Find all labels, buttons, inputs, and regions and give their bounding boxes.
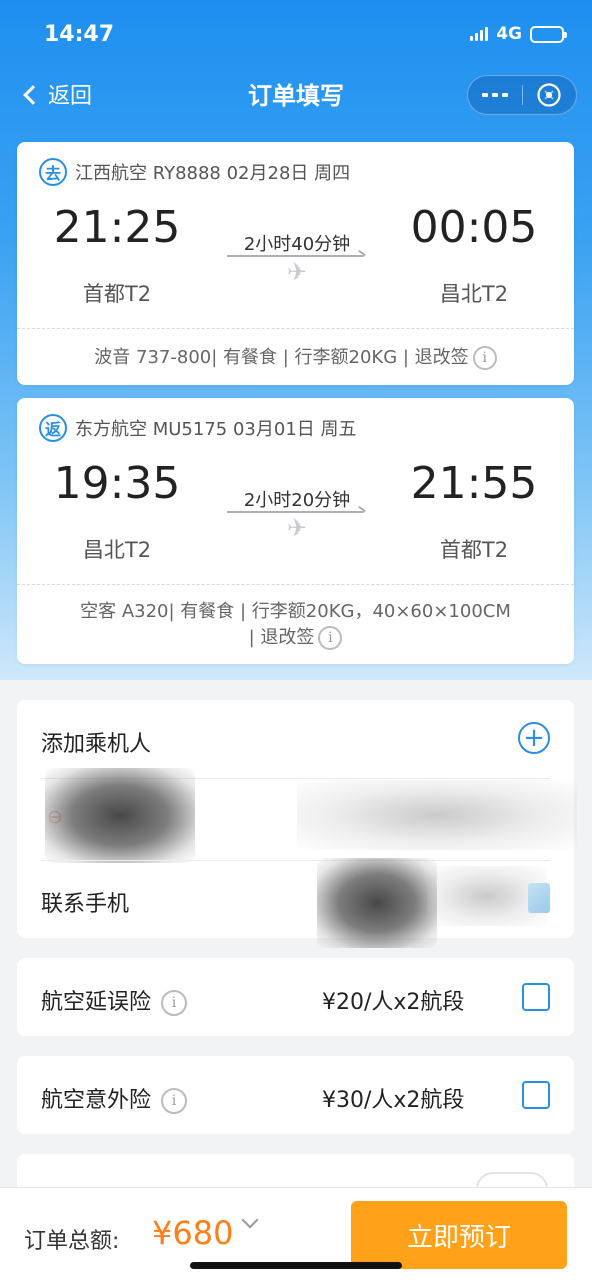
passenger-section: 添加乘机人 + ⊖ 联系手机 xyxy=(17,700,577,948)
info-icon[interactable]: i xyxy=(472,346,497,370)
outbound-flight-card[interactable]: 去 江西航空 RY8888 02月28日 周四 21:25 00:05 2小时4… xyxy=(17,142,574,385)
return-arrive-airport: 首都T2 xyxy=(439,538,509,562)
outbound-arrive-airport: 昌北T2 xyxy=(439,282,509,306)
home-indicator xyxy=(190,1262,402,1269)
chevron-left-icon xyxy=(23,85,43,105)
insurance-accident-label: 航空意外险 i xyxy=(41,1082,188,1114)
signal-icon xyxy=(470,27,489,41)
return-flight-info: 空客 A320| 有餐食 | 行李额20KG，40×60×100CM | 退改签… xyxy=(17,600,574,650)
airplane-icon: ✈ xyxy=(287,258,308,286)
insurance-delay-price: ¥20/人x2航段 xyxy=(322,990,465,1015)
return-depart-airport: 昌北T2 xyxy=(82,538,152,562)
insurance-accident-checkbox[interactable] xyxy=(522,1081,550,1109)
outbound-depart-airport: 首都T2 xyxy=(82,282,152,306)
total-label: 订单总额: xyxy=(24,1229,120,1254)
contacts-book-icon[interactable] xyxy=(528,883,550,913)
outbound-depart-time: 21:25 xyxy=(53,202,181,253)
divider xyxy=(17,584,574,585)
airplane-icon: ✈ xyxy=(287,514,308,542)
nav-bar: 返回 订单填写 xyxy=(0,70,592,122)
more-button[interactable] xyxy=(468,76,522,114)
insurance-accident-price: ¥30/人x2航段 xyxy=(322,1088,465,1113)
outbound-flight-title: 江西航空 RY8888 02月28日 周四 xyxy=(75,163,351,184)
insurance-accident-name: 航空意外险 xyxy=(41,1088,152,1113)
more-dots-icon xyxy=(481,93,488,97)
redacted-phone xyxy=(317,858,437,948)
close-circle-icon xyxy=(537,83,561,107)
chevron-down-icon[interactable] xyxy=(241,1211,259,1229)
divider xyxy=(41,860,550,861)
redacted-name xyxy=(45,768,195,863)
add-passenger-label: 添加乘机人 xyxy=(41,732,152,757)
status-indicators: 4G xyxy=(470,24,567,44)
close-button[interactable] xyxy=(523,76,577,114)
plus-icon: + xyxy=(523,723,545,753)
info-icon[interactable]: i xyxy=(161,990,188,1016)
outbound-info-text: 波音 737-800| 有餐食 | 行李额20KG | 退改签 xyxy=(94,347,469,368)
battery-icon xyxy=(530,25,567,43)
return-duration-line xyxy=(227,511,364,513)
insurance-row-delay[interactable]: 航空延误险 i ¥20/人x2航段 xyxy=(17,958,574,1036)
return-flight-header: 返 东方航空 MU5175 03月01日 周五 xyxy=(39,414,357,442)
passenger-row[interactable]: ⊖ xyxy=(17,768,577,863)
return-info-line2: | 退改签 xyxy=(248,627,315,648)
book-now-button[interactable]: 立即预订 xyxy=(351,1201,567,1269)
back-label: 返回 xyxy=(48,84,93,109)
status-time: 14:47 xyxy=(44,22,115,47)
insurance-delay-label: 航空延误险 i xyxy=(41,984,188,1016)
return-flight-title: 东方航空 MU5175 03月01日 周五 xyxy=(75,419,357,440)
add-passenger-button[interactable]: + xyxy=(518,722,550,754)
status-bar: 14:47 4G xyxy=(0,0,592,70)
outbound-arrive-time: 00:05 xyxy=(410,202,538,253)
contact-phone-field[interactable] xyxy=(277,858,557,948)
return-flight-card[interactable]: 返 东方航空 MU5175 03月01日 周五 19:35 21:55 2小时2… xyxy=(17,398,574,664)
insurance-row-accident[interactable]: 航空意外险 i ¥30/人x2航段 xyxy=(17,1056,574,1134)
return-badge: 返 xyxy=(39,414,67,442)
total-price[interactable]: ¥680 xyxy=(152,1214,233,1252)
redacted-id xyxy=(297,780,577,850)
return-info-line1: 空客 A320| 有餐食 | 行李额20KG，40×60×100CM xyxy=(80,601,511,622)
outbound-badge: 去 xyxy=(39,158,67,186)
outbound-duration-line xyxy=(227,255,364,257)
return-duration: 2小时20分钟 xyxy=(243,490,351,511)
mini-program-capsule xyxy=(467,75,577,115)
divider xyxy=(17,328,574,329)
insurance-delay-name: 航空延误险 xyxy=(41,990,152,1015)
insurance-delay-checkbox[interactable] xyxy=(522,983,550,1011)
info-icon[interactable]: i xyxy=(318,626,343,650)
network-type: 4G xyxy=(496,24,522,44)
back-button[interactable]: 返回 xyxy=(23,78,93,110)
return-depart-time: 19:35 xyxy=(53,458,181,509)
return-arrive-time: 21:55 xyxy=(410,458,538,509)
outbound-flight-info: 波音 737-800| 有餐食 | 行李额20KG | 退改签 i xyxy=(17,346,574,370)
outbound-duration: 2小时40分钟 xyxy=(243,234,351,255)
outbound-flight-header: 去 江西航空 RY8888 02月28日 周四 xyxy=(39,158,350,186)
contact-phone-label: 联系手机 xyxy=(41,892,130,917)
info-icon[interactable]: i xyxy=(161,1088,188,1114)
